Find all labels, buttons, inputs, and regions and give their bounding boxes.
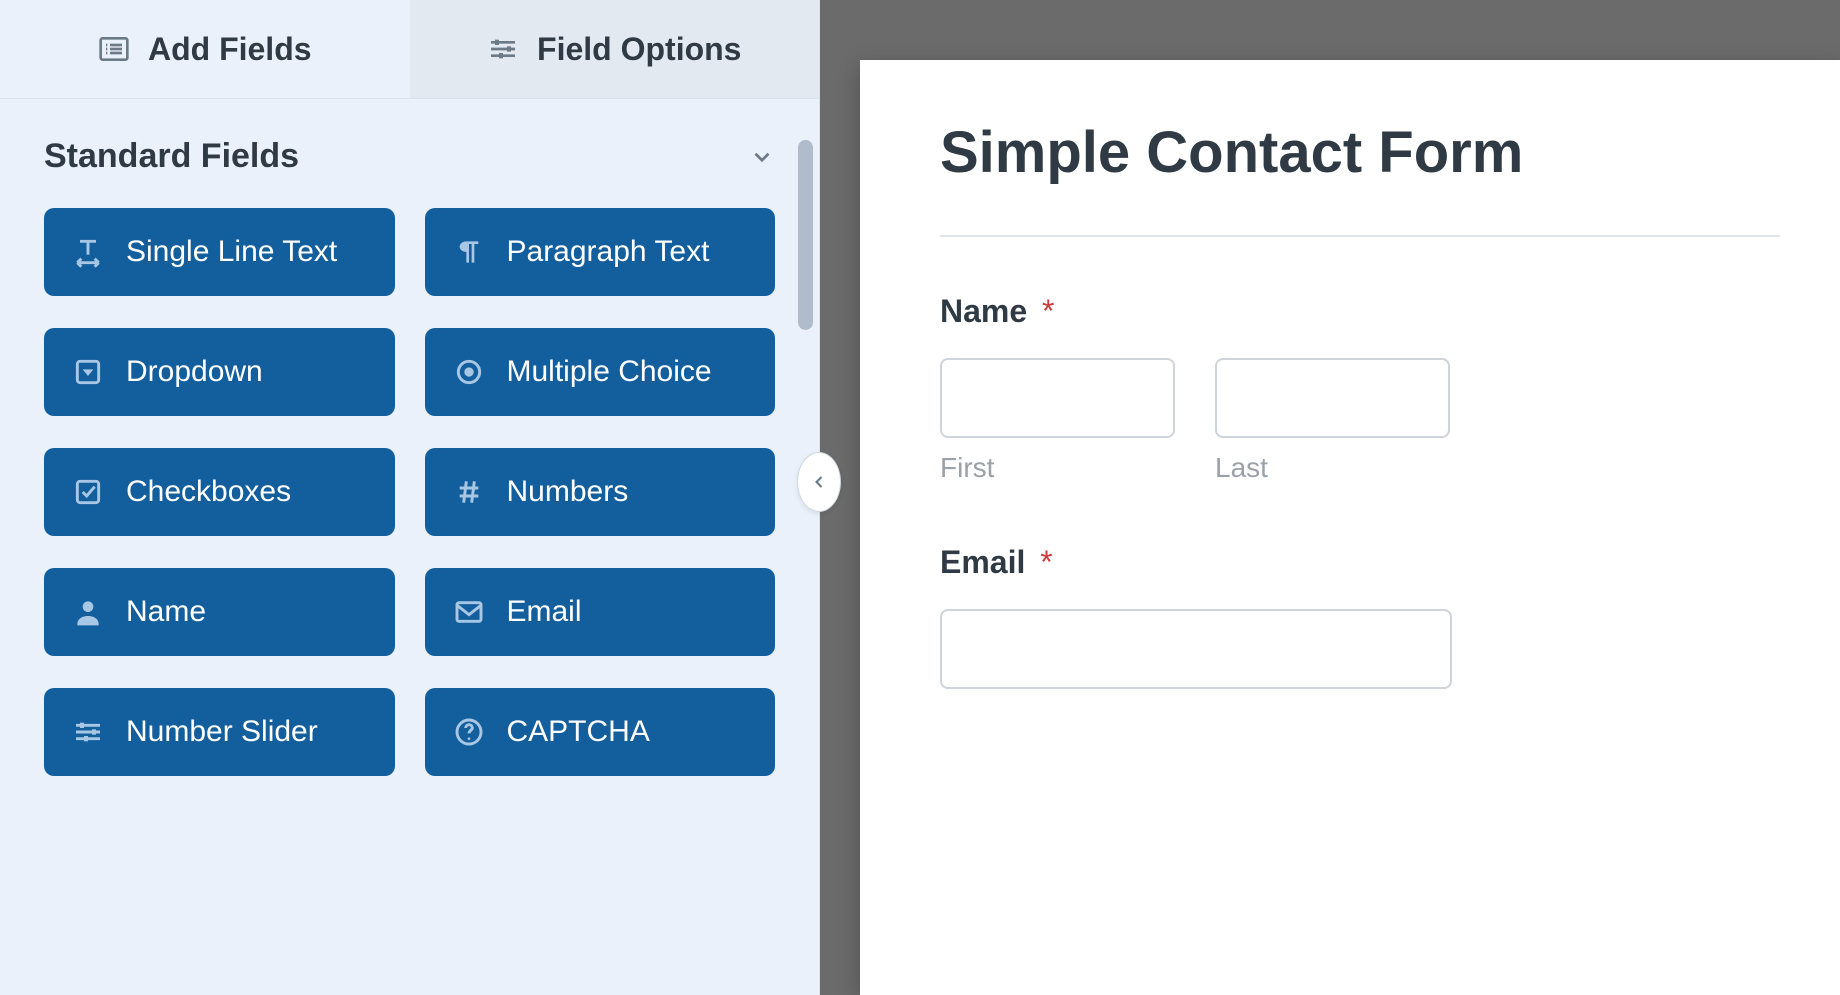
field-email[interactable]: Email: [425, 568, 776, 656]
form-divider: [940, 235, 1780, 237]
field-label: Checkboxes: [126, 475, 291, 509]
sidebar-scrollbar[interactable]: [798, 140, 813, 330]
field-number-slider[interactable]: Number Slider: [44, 688, 395, 776]
field-label: Number Slider: [126, 715, 318, 749]
sliders-icon: [72, 716, 104, 748]
field-paragraph-text[interactable]: Paragraph Text: [425, 208, 776, 296]
paragraph-icon: [453, 236, 485, 268]
field-label: Multiple Choice: [507, 355, 712, 389]
form-preview-area: Simple Contact Form Name * First Last Em…: [820, 0, 1840, 995]
email-label-text: Email: [940, 544, 1025, 580]
collapse-sidebar-button[interactable]: [797, 452, 841, 512]
field-label: Name: [126, 595, 206, 629]
name-label-text: Name: [940, 293, 1027, 329]
tab-add-fields-label: Add Fields: [148, 31, 312, 68]
form-preview-card: Simple Contact Form Name * First Last Em…: [860, 60, 1840, 995]
envelope-icon: [453, 596, 485, 628]
email-field-label: Email *: [940, 544, 1780, 581]
text-width-icon: [72, 236, 104, 268]
standard-fields-header[interactable]: Standard Fields: [0, 99, 819, 208]
checkbox-icon: [72, 476, 104, 508]
radio-icon: [453, 356, 485, 388]
first-name-input[interactable]: [940, 358, 1175, 438]
standard-fields-title: Standard Fields: [44, 137, 299, 176]
field-label: Numbers: [507, 475, 629, 509]
field-label: CAPTCHA: [507, 715, 650, 749]
hash-icon: [453, 476, 485, 508]
field-captcha[interactable]: CAPTCHA: [425, 688, 776, 776]
field-label: Single Line Text: [126, 235, 337, 269]
question-circle-icon: [453, 716, 485, 748]
field-name[interactable]: Name: [44, 568, 395, 656]
last-name-sublabel: Last: [1215, 452, 1450, 484]
field-label: Paragraph Text: [507, 235, 710, 269]
field-dropdown[interactable]: Dropdown: [44, 328, 395, 416]
chevron-left-icon: [809, 472, 829, 492]
last-name-input[interactable]: [1215, 358, 1450, 438]
form-title: Simple Contact Form: [940, 120, 1780, 187]
field-label: Dropdown: [126, 355, 263, 389]
field-grid: Single Line Text Paragraph Text Dropdown…: [0, 208, 819, 820]
person-icon: [72, 596, 104, 628]
sidebar-tabs: Add Fields Field Options: [0, 0, 819, 99]
required-mark: *: [1040, 544, 1052, 580]
tab-add-fields[interactable]: Add Fields: [0, 0, 410, 98]
form-list-icon: [98, 33, 130, 65]
first-name-sublabel: First: [940, 452, 1175, 484]
tab-field-options-label: Field Options: [537, 31, 741, 68]
sliders-icon: [487, 33, 519, 65]
name-inputs-row: First Last: [940, 358, 1780, 484]
name-field-label: Name *: [940, 293, 1780, 330]
email-input[interactable]: [940, 609, 1452, 689]
field-single-line-text[interactable]: Single Line Text: [44, 208, 395, 296]
field-checkboxes[interactable]: Checkboxes: [44, 448, 395, 536]
tab-field-options[interactable]: Field Options: [410, 0, 820, 98]
field-multiple-choice[interactable]: Multiple Choice: [425, 328, 776, 416]
required-mark: *: [1042, 293, 1054, 329]
form-builder-sidebar: Add Fields Field Options Standard Fields: [0, 0, 820, 995]
chevron-down-icon: [749, 144, 775, 170]
field-label: Email: [507, 595, 582, 629]
dropdown-icon: [72, 356, 104, 388]
field-numbers[interactable]: Numbers: [425, 448, 776, 536]
